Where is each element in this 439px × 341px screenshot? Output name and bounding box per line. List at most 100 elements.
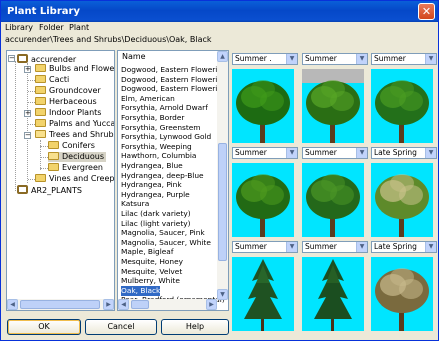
list-item[interactable]: Hydrangea, deep-Blue [121, 171, 204, 181]
chevron-down-icon[interactable]: ▼ [425, 148, 436, 158]
scroll-thumb[interactable] [131, 300, 149, 309]
tree-line [28, 179, 35, 180]
season-dropdown[interactable]: Summer . ▼ [232, 53, 298, 65]
folder-tree[interactable]: − accurender + Bulbs and Flowers Cacti G… [6, 50, 115, 311]
conifer-image [314, 259, 352, 331]
menu-folder[interactable]: Folder [39, 22, 64, 34]
chevron-down-icon[interactable]: ▼ [286, 148, 297, 158]
season-value: Summer . [235, 54, 272, 63]
collapse-toggle[interactable]: − [8, 55, 15, 62]
ok-button[interactable]: OK [7, 319, 81, 335]
menu-library[interactable]: Library [5, 22, 33, 34]
folder-open-icon [48, 152, 59, 160]
tree-item-vines[interactable]: Vines and Creepers [35, 174, 114, 184]
plant-preview-thumbnail[interactable] [232, 163, 294, 237]
list-item[interactable]: Mulberry, White [121, 276, 180, 286]
plant-preview-thumbnail[interactable] [232, 257, 294, 331]
chevron-down-icon[interactable]: ▼ [356, 54, 367, 64]
chevron-down-icon[interactable]: ▼ [286, 54, 297, 64]
help-button[interactable]: Help [161, 319, 229, 335]
scroll-down-button[interactable]: ▼ [217, 289, 228, 300]
list-horizontal-scrollbar[interactable]: ◀ ▶ [118, 299, 217, 310]
list-item[interactable]: Mesquite, Honey [121, 257, 183, 267]
list-item[interactable]: Forsythia, Border [121, 113, 184, 123]
scroll-left-button[interactable]: ◀ [118, 299, 129, 310]
tree-horizontal-scrollbar[interactable]: ◀ ▶ [7, 299, 114, 310]
expand-toggle[interactable]: + [24, 110, 31, 117]
tree-item-groundcover[interactable]: Groundcover [35, 86, 101, 96]
tree-image [236, 80, 290, 143]
list-item[interactable]: Hawthorn, Columbia [121, 151, 196, 161]
chevron-down-icon[interactable]: ▼ [425, 54, 436, 64]
menu-plant[interactable]: Plant [69, 22, 89, 34]
collapse-toggle[interactable]: − [24, 132, 31, 139]
tree-line [28, 102, 35, 103]
list-item[interactable]: Forsythia, Arnold Dwarf [121, 103, 208, 113]
tree-item-trees[interactable]: Trees and Shrubs [35, 130, 114, 140]
plant-list[interactable]: Name Dogwood, Eastern Flowering, Dogwood,… [117, 50, 229, 311]
folder-icon [35, 119, 46, 127]
season-dropdown[interactable]: Late Spring ▼ [371, 147, 437, 159]
list-item[interactable]: Hydrangea, Pink [121, 180, 182, 190]
tree-item-cacti[interactable]: Cacti [35, 75, 69, 85]
season-value: Summer [235, 148, 267, 157]
list-item[interactable]: Maple, Bigleaf [121, 247, 173, 257]
tree-root-ar2[interactable]: AR2_PLANTS [17, 185, 82, 195]
season-dropdown[interactable]: Late Spring ▼ [371, 241, 437, 253]
tree-item-deciduous[interactable]: Deciduous [48, 152, 106, 162]
list-item[interactable]: Dogwood, Eastern Flowering, [121, 65, 228, 75]
list-item[interactable]: Hydrangea, Purple [121, 190, 190, 200]
tree-item-indoor[interactable]: Indoor Plants [35, 108, 101, 118]
list-item[interactable]: Dogwood, Eastern Flowering, [121, 84, 228, 94]
plant-preview-thumbnail[interactable] [232, 69, 294, 143]
list-item[interactable]: Lilac (light variety) [121, 219, 190, 229]
tree-item-palms[interactable]: Palms and Yuccas [35, 119, 114, 129]
list-item[interactable]: Forsythia, Weeping [121, 142, 192, 152]
scroll-right-button[interactable]: ▶ [103, 299, 114, 310]
season-dropdown[interactable]: Summer ▼ [371, 53, 437, 65]
tree-item-conifers[interactable]: Conifers [48, 141, 95, 151]
chevron-down-icon[interactable]: ▼ [356, 148, 367, 158]
list-header-name[interactable]: Name [118, 51, 228, 63]
season-dropdown[interactable]: Summer ▼ [232, 147, 298, 159]
scroll-up-button[interactable]: ▲ [217, 51, 228, 62]
tree-item-evergreen[interactable]: Evergreen [48, 163, 103, 173]
scroll-left-button[interactable]: ◀ [7, 299, 18, 310]
chevron-down-icon[interactable]: ▼ [425, 242, 436, 252]
plant-preview-thumbnail[interactable] [371, 257, 433, 331]
season-dropdown[interactable]: Summer ▼ [302, 241, 368, 253]
list-vertical-scrollbar[interactable]: ▲ ▼ [217, 51, 228, 300]
close-button[interactable]: ✕ [418, 3, 435, 20]
list-item[interactable]: Hydrangea, Blue [121, 161, 183, 171]
tree-line [15, 61, 16, 191]
tree-item-herbaceous[interactable]: Herbaceous [35, 97, 97, 107]
conifer-image [244, 259, 282, 331]
chevron-down-icon[interactable]: ▼ [286, 242, 297, 252]
scroll-thumb[interactable] [20, 300, 100, 309]
list-item[interactable]: Elm, American [121, 94, 175, 104]
list-item[interactable]: Dogwood, Eastern Flowering, [121, 75, 228, 85]
plant-preview-thumbnail[interactable] [371, 69, 433, 143]
expand-toggle[interactable]: + [24, 66, 31, 73]
list-item[interactable]: Magnolia, Saucer, White [121, 238, 211, 248]
cancel-button[interactable]: Cancel [85, 319, 157, 335]
list-item[interactable]: Forsythia, Greenstem [121, 123, 201, 133]
scroll-thumb[interactable] [218, 143, 227, 261]
plant-preview-thumbnail[interactable] [371, 163, 433, 237]
list-item[interactable]: Lilac (dark variety) [121, 209, 191, 219]
season-dropdown[interactable]: Summer ▼ [302, 53, 368, 65]
list-item[interactable]: Magnolia, Saucer, Pink [121, 228, 205, 238]
plant-preview-thumbnail[interactable] [302, 69, 364, 143]
list-item[interactable]: Mesquite, Velvet [121, 267, 182, 277]
list-item[interactable]: Oak, Black [121, 285, 161, 296]
season-dropdown[interactable]: Summer ▼ [302, 147, 368, 159]
plant-preview-thumbnail[interactable] [302, 163, 364, 237]
list-item[interactable]: Forsythia, Lynwood Gold [121, 132, 211, 142]
scroll-right-button[interactable]: ▶ [206, 299, 217, 310]
tree-item-bulbs[interactable]: Bulbs and Flowers [35, 64, 114, 74]
list-item[interactable]: Katsura [121, 199, 149, 209]
plant-preview-thumbnail[interactable] [302, 257, 364, 331]
tree-root[interactable]: accurender [17, 54, 76, 64]
chevron-down-icon[interactable]: ▼ [356, 242, 367, 252]
season-dropdown[interactable]: Summer ▼ [232, 241, 298, 253]
